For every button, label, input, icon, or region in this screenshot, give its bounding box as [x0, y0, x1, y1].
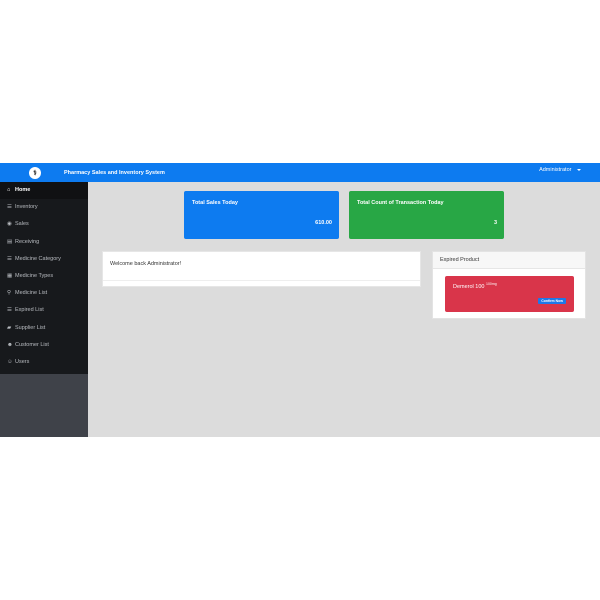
sidebar-item-medicine-list[interactable]: ⚲ Medicine List [0, 285, 88, 302]
sidebar-item-label: Expired List [15, 307, 44, 314]
expired-product-label: Demerol 100 [453, 283, 485, 290]
sidebar-item-medicine-category[interactable]: ☰ Medicine Category [0, 251, 88, 268]
pharmacy-logo-icon: ⚕ [29, 166, 41, 179]
table-icon: ▦ [7, 272, 13, 279]
total-sales-card: Total Sales Today 610.00 [184, 191, 339, 239]
users-icon: ☻ [7, 341, 13, 348]
welcome-message: Welcome back Administrator! [110, 261, 182, 267]
user-menu-label: Administrator [539, 167, 572, 173]
sidebar-item-inventory[interactable]: ☰ Inventory [0, 199, 88, 216]
sidebar-item-label: Home [15, 187, 31, 193]
sidebar-nav: ⌂ Home ☰ Inventory ◉ Sales ▤ Receiving ☰ Medi… [0, 182, 88, 374]
list-icon: ☰ [7, 255, 12, 262]
transaction-count-value: 3 [493, 220, 497, 226]
sidebar-item-receiving[interactable]: ▤ Receiving [0, 234, 88, 251]
sidebar-item-label: Medicine List [15, 290, 48, 297]
expired-product-header: Expired Product [433, 252, 585, 269]
expired-product-alert: Demerol 100 100mg Confirm Now [445, 276, 574, 312]
top-navbar: ⚕ Pharmacy Sales and Inventory System Ad… [0, 163, 600, 182]
transaction-count-title: Total Count of Transaction Today [357, 200, 444, 206]
sidebar-item-label: Supplier List [15, 324, 46, 331]
sidebar-item-supplier-list[interactable]: ▰ Supplier List [0, 320, 88, 337]
sidebar-item-label: Receiving [15, 238, 40, 245]
total-sales-title: Total Sales Today [192, 200, 238, 206]
user-menu[interactable]: Administrator [539, 167, 581, 173]
expired-product-title: Expired Product [440, 257, 480, 263]
sidebar-item-customer-list[interactable]: ☻ Customer List [0, 337, 88, 354]
sidebar-item-medicine-types[interactable]: ▦ Medicine Types [0, 268, 88, 285]
sidebar-item-label: Customer List [15, 341, 49, 348]
sidebar-item-label: Sales [15, 221, 29, 228]
sidebar-item-home[interactable]: ⌂ Home [0, 182, 88, 200]
user-icon: ☺ [7, 358, 13, 365]
sidebar-item-expired-list[interactable]: ☰ Expired List [0, 302, 88, 319]
expired-product-name: Demerol 100 100mg [453, 282, 497, 290]
transaction-count-card: Total Count of Transaction Today 3 [349, 191, 504, 239]
expired-product-panel: Expired Product Demerol 100 100mg Confir… [432, 251, 586, 319]
total-sales-value: 610.00 [315, 220, 332, 226]
list-icon: ☰ [7, 307, 12, 314]
chevron-down-icon [577, 168, 581, 171]
home-icon: ⌂ [7, 187, 11, 193]
coins-icon: ◉ [7, 221, 12, 228]
app-title: Pharmacy Sales and Inventory System [64, 169, 165, 176]
sidebar-item-label: Medicine Types [15, 272, 54, 279]
truck-icon: ▰ [7, 324, 12, 331]
sidebar-item-sales[interactable]: ◉ Sales [0, 216, 88, 233]
expired-product-unit: 100mg [486, 282, 497, 286]
welcome-panel: Welcome back Administrator! [102, 251, 421, 287]
confirm-now-button[interactable]: Confirm Now [538, 298, 566, 304]
sidebar-item-label: Inventory [15, 204, 38, 211]
welcome-divider [103, 280, 420, 281]
sitemap-icon: ⚲ [7, 290, 12, 297]
sidebar: ⌂ Home ☰ Inventory ◉ Sales ▤ Receiving ☰ Medi… [0, 182, 88, 437]
list-icon: ☰ [7, 204, 12, 211]
sidebar-item-label: Medicine Category [15, 255, 61, 262]
file-icon: ▤ [7, 238, 13, 245]
sidebar-item-users[interactable]: ☺ Users [0, 354, 88, 371]
sidebar-item-label: Users [15, 358, 30, 365]
